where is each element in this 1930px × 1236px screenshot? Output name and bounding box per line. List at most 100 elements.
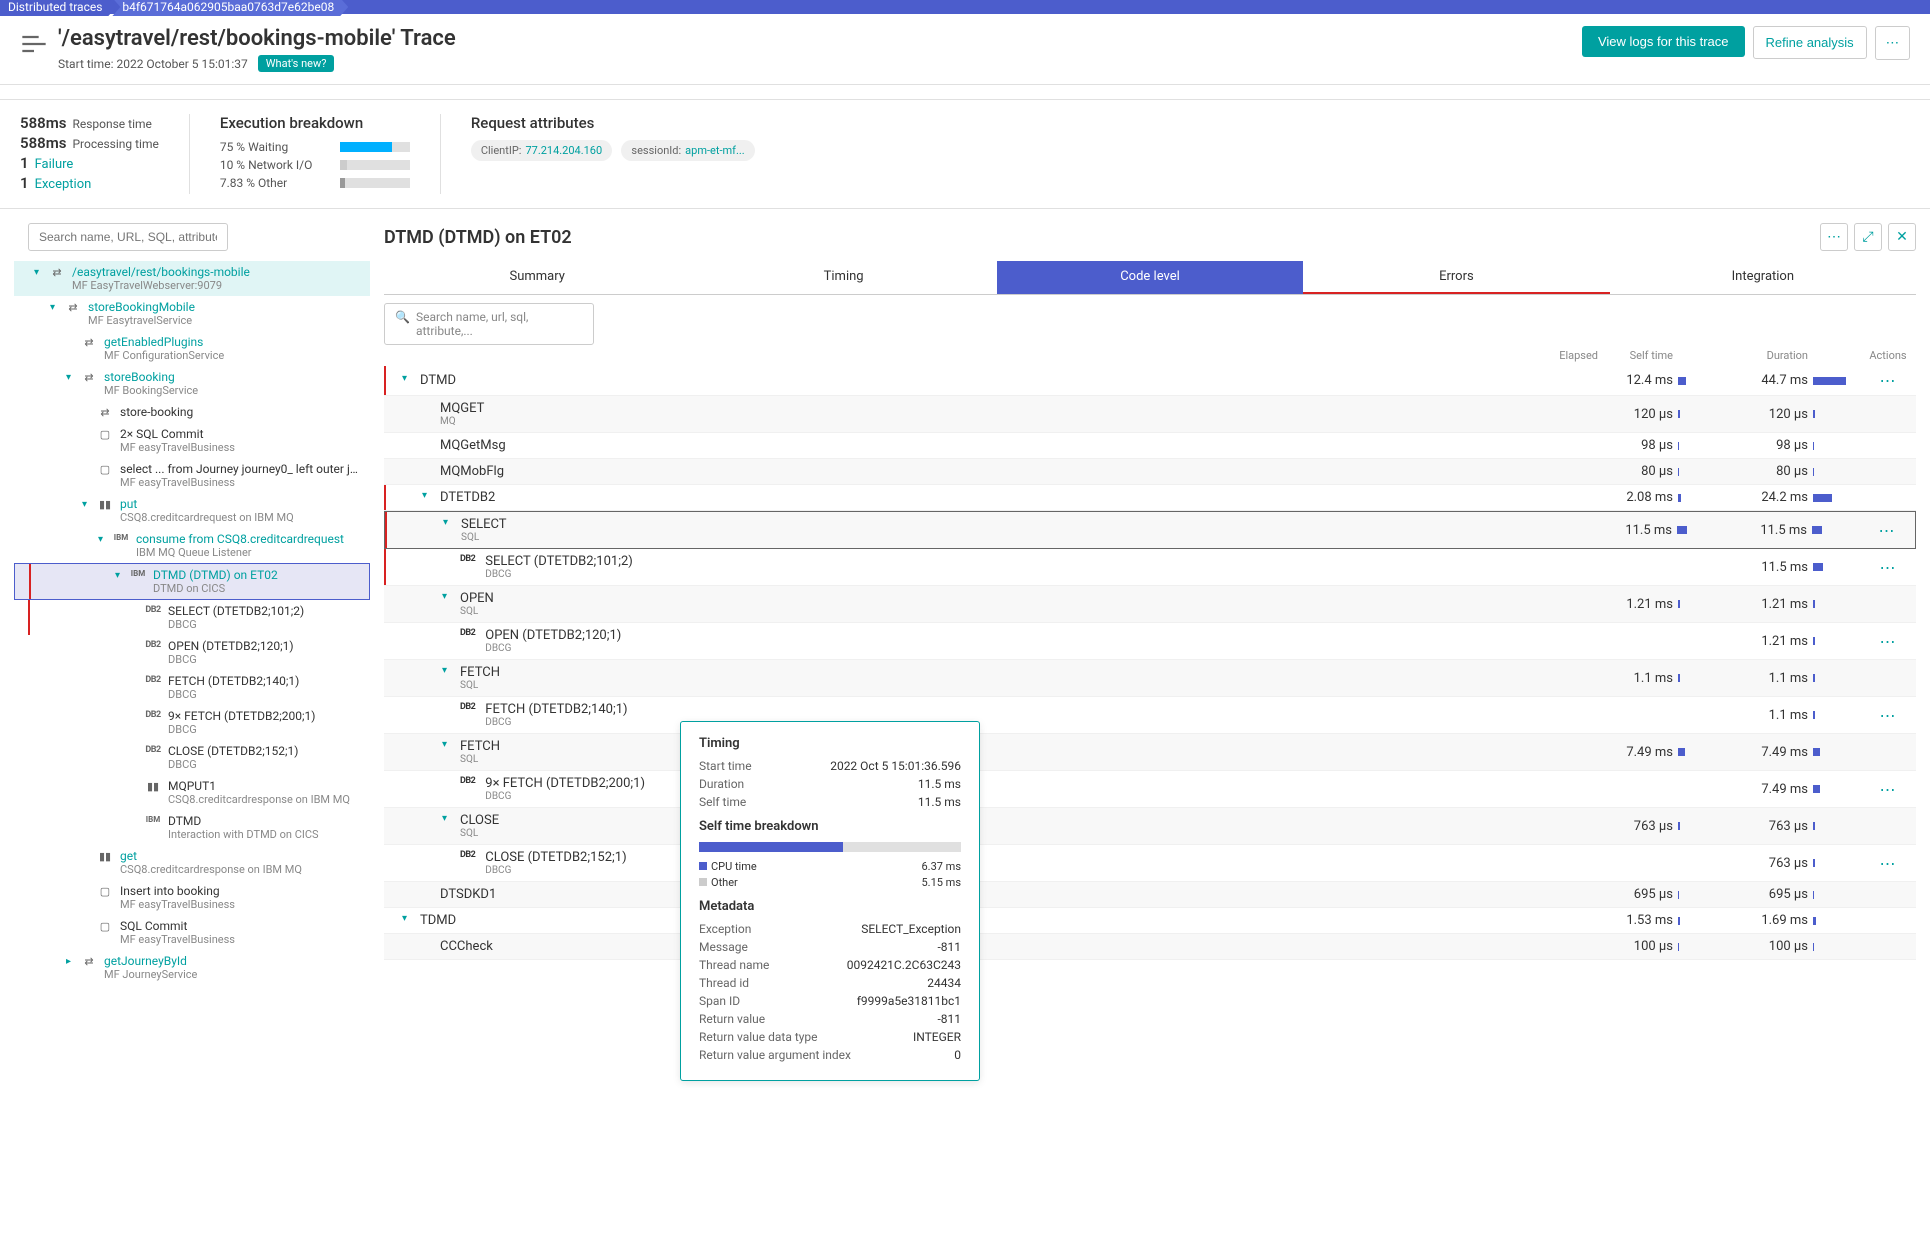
tree-search-input[interactable] [28,223,228,251]
chevron-icon[interactable]: ▾ [402,913,414,924]
view-logs-button[interactable]: View logs for this trace [1582,26,1745,57]
row-actions-button[interactable]: ⋯ [1868,371,1908,390]
tree-row-10[interactable]: DB2SELECT (DTETDB2;101;2)DBCG [14,600,370,635]
row-actions-button[interactable]: ⋯ [1868,706,1908,725]
code-row-5[interactable]: ▾SELECTSQL11.5 ms11.5 ms⋯ [384,511,1916,549]
chevron-icon[interactable]: ▸ [66,956,78,967]
tab-timing[interactable]: Timing [690,261,996,294]
detail-more-button[interactable]: ⋯ [1820,223,1848,251]
code-row-14[interactable]: DB2CLOSE (DTETDB2;152;1)DBCG763 µs⋯ [384,845,1916,882]
tree-row-7[interactable]: ▾▮▮putCSQ8.creditcardrequest on IBM MQ [14,493,370,528]
code-row-3[interactable]: MQMobFlg80 µs80 µs [384,459,1916,485]
tab-integration[interactable]: Integration [1610,261,1916,294]
tree-row-1[interactable]: ▾⇄storeBookingMobileMF EasytravelService [14,296,370,331]
code-row-9[interactable]: ▾FETCHSQL1.1 ms1.1 ms [384,660,1916,697]
chevron-icon[interactable]: ▾ [50,302,62,313]
code-row-16[interactable]: ▾TDMD1.53 ms1.69 ms [384,908,1916,934]
row-actions-button[interactable]: ⋯ [1868,558,1908,577]
row-actions-button[interactable]: ⋯ [1868,780,1908,799]
tree-row-16[interactable]: IBMDTMDInteraction with DTMD on CICS [14,810,370,845]
row-actions-button[interactable]: ⋯ [1868,632,1908,651]
duration-bar [1813,563,1868,571]
row-duration: 763 µs [1733,819,1808,834]
chevron-icon[interactable]: ▾ [98,534,110,545]
self-time-bar [1678,748,1733,756]
tree-row-5[interactable]: ▢2× SQL CommitMF easyTravelBusiness [14,423,370,458]
code-row-2[interactable]: MQGetMsg98 µs98 µs [384,433,1916,459]
more-actions-button[interactable]: ⋯ [1875,26,1910,60]
chevron-icon[interactable]: ▾ [34,267,46,278]
node-icon: ⇄ [80,336,98,349]
chevron-icon[interactable]: ▾ [115,570,127,581]
detail-expand-button[interactable]: ⤢ [1854,223,1882,251]
whats-new-badge[interactable]: What's new? [258,55,335,72]
detail-close-button[interactable]: ✕ [1888,223,1916,251]
ibm-icon: IBM [112,533,130,542]
row-self-time: 1.53 ms [1598,913,1673,928]
meta-value[interactable]: SELECT_Exception [861,922,961,936]
tree-row-4[interactable]: ⇄store-booking [14,401,370,423]
self-time-bar [1678,468,1733,476]
tree-row-17[interactable]: ▮▮getCSQ8.creditcardresponse on IBM MQ [14,845,370,880]
code-row-15[interactable]: DTSDKD1695 µs695 µs [384,882,1916,908]
tree-row-2[interactable]: ⇄getEnabledPluginsMF ConfigurationServic… [14,331,370,366]
refine-analysis-button[interactable]: Refine analysis [1753,26,1867,59]
tree-row-12[interactable]: DB2FETCH (DTETDB2;140;1)DBCG [14,670,370,705]
tree-row-6[interactable]: ▢select ... from Journey journey0_ left … [14,458,370,493]
code-row-12[interactable]: DB29× FETCH (DTETDB2;200;1)DBCG7.49 ms⋯ [384,771,1916,808]
duration-bar [1813,637,1868,645]
tab-code-level[interactable]: Code level [997,261,1303,294]
col-elapsed: Elapsed [1523,349,1598,362]
code-row-0[interactable]: ▾DTMD12.4 ms44.7 ms⋯ [384,366,1916,396]
chip-client-ip[interactable]: ClientIP:77.214.204.160 [471,140,612,161]
tree-subtitle: MF easyTravelBusiness [120,933,364,946]
chevron-icon[interactable]: ▾ [422,490,434,501]
row-self-time: 695 µs [1598,887,1673,902]
chevron-icon[interactable]: ▾ [443,517,455,528]
chip-session-id[interactable]: sessionId:apm-et-mf... [621,140,754,161]
code-row-1[interactable]: MQGETMQ120 µs120 µs [384,396,1916,433]
row-duration: 98 µs [1733,438,1808,453]
row-title: DTSDKD1 [440,887,496,902]
tree-row-18[interactable]: ▢Insert into bookingMF easyTravelBusines… [14,880,370,915]
row-actions-button[interactable]: ⋯ [1867,521,1907,540]
row-self-time: 2.08 ms [1598,490,1673,505]
tree-row-14[interactable]: DB2CLOSE (DTETDB2;152;1)DBCG [14,740,370,775]
tree-row-3[interactable]: ▾⇄storeBookingMF BookingService [14,366,370,401]
chevron-icon[interactable]: ▾ [66,372,78,383]
tree-subtitle: CSQ8.creditcardrequest on IBM MQ [120,511,364,524]
crumb-trace-id[interactable]: b4f671764a062905baa0763d7e62be08 [112,0,348,16]
chevron-icon[interactable]: ▾ [442,591,454,602]
code-row-13[interactable]: ▾CLOSESQL763 µs763 µs [384,808,1916,845]
row-actions-button[interactable]: ⋯ [1868,854,1908,873]
self-time-bar [1678,917,1733,925]
code-row-8[interactable]: DB2OPEN (DTETDB2;120;1)DBCG1.21 ms⋯ [384,623,1916,660]
tree-row-8[interactable]: ▾IBMconsume from CSQ8.creditcardrequestI… [14,528,370,563]
tree-row-9[interactable]: ▾IBMDTMD (DTMD) on ET02DTMD on CICS [14,563,370,600]
chevron-icon[interactable]: ▾ [442,813,454,824]
tree-row-20[interactable]: ▸⇄getJourneyByIdMF JourneyService [14,950,370,985]
tree-row-13[interactable]: DB29× FETCH (DTETDB2;200;1)DBCG [14,705,370,740]
meta-key: Return value argument index [699,1048,851,1062]
tree-row-15[interactable]: ▮▮MQPUT1CSQ8.creditcardresponse on IBM M… [14,775,370,810]
tab-summary[interactable]: Summary [384,261,690,294]
chevron-icon[interactable]: ▾ [442,739,454,750]
code-row-17[interactable]: CCCheck100 µs100 µs [384,934,1916,960]
meta-key: Exception [699,922,751,936]
tree-row-19[interactable]: ▢SQL CommitMF easyTravelBusiness [14,915,370,950]
failure-link[interactable]: Failure [35,157,74,172]
chevron-icon[interactable]: ▾ [442,665,454,676]
exception-link[interactable]: Exception [35,177,92,192]
tree-row-0[interactable]: ▾⇄/easytravel/rest/bookings-mobileMF Eas… [14,261,370,296]
chevron-icon[interactable]: ▾ [402,373,414,384]
code-row-4[interactable]: ▾DTETDB22.08 ms24.2 ms [384,485,1916,511]
crumb-distributed-traces[interactable]: Distributed traces [0,0,116,16]
code-row-6[interactable]: DB2SELECT (DTETDB2;101;2)DBCG11.5 ms⋯ [384,549,1916,586]
code-search-input[interactable]: 🔍Search name, url, sql, attribute,... [384,303,594,345]
chevron-icon[interactable]: ▾ [82,499,94,510]
code-row-11[interactable]: ▾FETCHSQL7.49 ms7.49 ms [384,734,1916,771]
code-row-10[interactable]: DB2FETCH (DTETDB2;140;1)DBCG1.1 ms⋯ [384,697,1916,734]
tab-errors[interactable]: Errors [1303,261,1609,294]
code-row-7[interactable]: ▾OPENSQL1.21 ms1.21 ms [384,586,1916,623]
tree-row-11[interactable]: DB2OPEN (DTETDB2;120;1)DBCG [14,635,370,670]
